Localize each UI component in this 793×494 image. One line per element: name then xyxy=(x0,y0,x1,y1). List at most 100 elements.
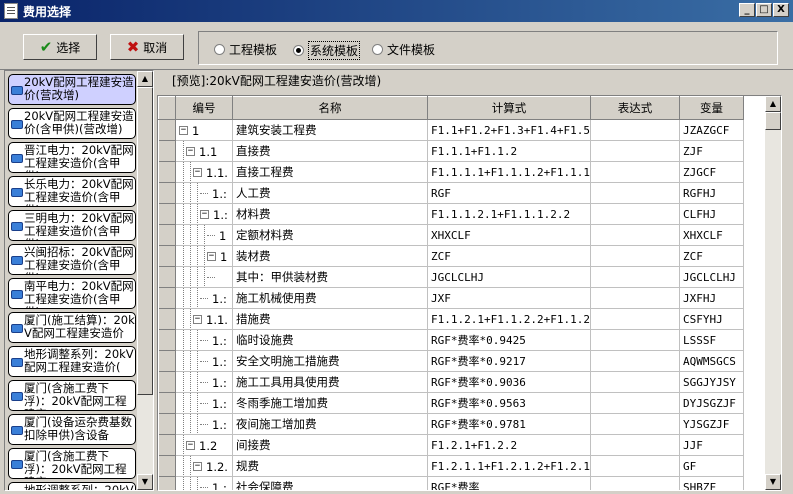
cell-variable[interactable]: GF xyxy=(679,455,744,477)
cell-variable[interactable]: ZJGCF xyxy=(679,161,744,183)
cell-variable[interactable]: YJSGZJF xyxy=(679,413,744,435)
template-list-item[interactable]: 兴闽招标：20kV配网工程建安造价(含甲供) xyxy=(8,244,136,275)
header-expression[interactable]: 表达式 xyxy=(589,96,680,120)
table-row[interactable]: −1.2. 规费 F1.2.1.1+F1.2.1.2+F1.2.1 GF xyxy=(158,455,744,477)
cell-variable[interactable]: RGFHJ xyxy=(679,182,744,204)
cell-number[interactable] xyxy=(175,266,233,288)
table-row[interactable]: −1.1 直接费 F1.1.1+F1.1.2 ZJF xyxy=(158,140,744,162)
row-indicator[interactable] xyxy=(158,329,176,351)
table-row[interactable]: −1.1. 直接工程费 F1.1.1.1+F1.1.1.2+F1.1.1 ZJGCF xyxy=(158,161,744,183)
cell-name[interactable]: 规费 xyxy=(232,455,428,477)
table-row[interactable]: 1.: 施工机械使用费 JXF JXFHJ xyxy=(158,287,744,309)
collapse-icon[interactable]: − xyxy=(193,315,202,324)
row-indicator[interactable] xyxy=(158,182,176,204)
radio-system-template[interactable]: 系统模板 xyxy=(293,41,361,60)
template-list-item[interactable]: 厦门(含施工费下浮)：20kV配网工程建安 xyxy=(8,448,136,479)
table-row[interactable]: 其中：甲供装材费 JGCLCLHJ JGCLCLHJ xyxy=(158,266,744,288)
table-row[interactable]: −1 装材费 ZCF ZCF xyxy=(158,245,744,267)
cell-name[interactable]: 直接费 xyxy=(232,140,428,162)
cell-number[interactable]: 1.: xyxy=(175,371,233,393)
table-row[interactable]: 1.: 社会保障费 RGF*费率 SHBZF xyxy=(158,476,744,490)
cancel-button[interactable]: ✖ 取消 xyxy=(110,34,184,60)
cell-expression[interactable] xyxy=(590,224,680,246)
cell-name[interactable]: 施工机械使用费 xyxy=(232,287,428,309)
cell-expression[interactable] xyxy=(590,182,680,204)
cell-expression[interactable] xyxy=(590,476,680,490)
cell-expression[interactable] xyxy=(590,245,680,267)
header-name[interactable]: 名称 xyxy=(232,96,428,120)
cell-name[interactable]: 施工工具用具使用费 xyxy=(232,371,428,393)
header-formula[interactable]: 计算式 xyxy=(427,96,591,120)
template-list-item[interactable]: 三明电力：20kV配网工程建安造价(含甲供) xyxy=(8,210,136,241)
header-number[interactable]: 编号 xyxy=(175,96,233,120)
cell-name[interactable]: 社会保障费 xyxy=(232,476,428,490)
row-indicator[interactable] xyxy=(158,245,176,267)
row-indicator[interactable] xyxy=(158,224,176,246)
table-row[interactable]: 1.: 夜间施工增加费 RGF*费率*0.9781 YJSGZJF xyxy=(158,413,744,435)
cell-name[interactable]: 定额材料费 xyxy=(232,224,428,246)
cell-number[interactable]: −1.: xyxy=(175,203,233,225)
cell-formula[interactable]: JXF xyxy=(427,287,591,309)
template-list-item[interactable]: 地形调整系列：20kV xyxy=(8,482,136,490)
cell-formula[interactable]: RGF*费率 xyxy=(427,476,591,490)
cell-formula[interactable]: JGCLCLHJ xyxy=(427,266,591,288)
cell-number[interactable]: 1.: xyxy=(175,350,233,372)
scroll-up-icon[interactable]: ▲ xyxy=(765,96,781,112)
cell-expression[interactable] xyxy=(590,413,680,435)
collapse-icon[interactable]: − xyxy=(193,462,202,471)
scroll-thumb[interactable] xyxy=(137,87,153,395)
cell-number[interactable]: −1.2 xyxy=(175,434,233,456)
table-scrollbar[interactable]: ▲ ▼ xyxy=(765,96,781,490)
cell-expression[interactable] xyxy=(590,455,680,477)
cell-variable[interactable]: SHBZF xyxy=(679,476,744,490)
maximize-button[interactable]: □ xyxy=(756,3,772,17)
row-indicator[interactable] xyxy=(158,434,176,456)
cell-formula[interactable]: F1.1.2.1+F1.1.2.2+F1.1.2 xyxy=(427,308,591,330)
template-list-item[interactable]: 晋江电力：20kV配网工程建安造价(含甲供) xyxy=(8,142,136,173)
template-list-item[interactable]: 厦门(含施工费下浮)：20kV配网工程建安 xyxy=(8,380,136,411)
row-indicator[interactable] xyxy=(158,203,176,225)
cell-name[interactable]: 材料费 xyxy=(232,203,428,225)
cell-formula[interactable]: RGF*费率*0.9425 xyxy=(427,329,591,351)
row-indicator[interactable] xyxy=(158,266,176,288)
collapse-icon[interactable]: − xyxy=(179,126,188,135)
row-indicator[interactable] xyxy=(158,350,176,372)
row-indicator[interactable] xyxy=(158,119,176,141)
cell-variable[interactable]: DYJSGZJF xyxy=(679,392,744,414)
row-indicator[interactable] xyxy=(158,287,176,309)
cell-name[interactable]: 临时设施费 xyxy=(232,329,428,351)
scroll-thumb[interactable] xyxy=(765,112,781,130)
cell-number[interactable]: −1.1. xyxy=(175,161,233,183)
row-indicator[interactable] xyxy=(158,392,176,414)
template-list-item[interactable]: 20kV配网工程建安造价(含甲供)(营改增) xyxy=(8,108,136,139)
table-row[interactable]: 1.: 冬雨季施工增加费 RGF*费率*0.9563 DYJSGZJF xyxy=(158,392,744,414)
cell-number[interactable]: 1.: xyxy=(175,287,233,309)
template-list-scrollbar[interactable]: ▲ ▼ xyxy=(137,71,153,490)
cell-formula[interactable]: XHXCLF xyxy=(427,224,591,246)
row-indicator[interactable] xyxy=(158,161,176,183)
template-list-item[interactable]: 地形调整系列：20kV配网工程建安造价( xyxy=(8,346,136,377)
cell-name[interactable]: 其中：甲供装材费 xyxy=(232,266,428,288)
cell-expression[interactable] xyxy=(590,329,680,351)
cell-formula[interactable]: F1.2.1.1+F1.2.1.2+F1.2.1 xyxy=(427,455,591,477)
table-row[interactable]: −1 建筑安装工程费 F1.1+F1.2+F1.3+F1.4+F1.5 JZAZGCF xyxy=(158,119,744,141)
cell-formula[interactable]: RGF*费率*0.9217 xyxy=(427,350,591,372)
row-indicator[interactable] xyxy=(158,455,176,477)
row-indicator[interactable] xyxy=(158,308,176,330)
cell-name[interactable]: 安全文明施工措施费 xyxy=(232,350,428,372)
scroll-down-icon[interactable]: ▼ xyxy=(137,474,153,490)
close-button[interactable]: X xyxy=(773,3,789,17)
table-row[interactable]: 1.: 安全文明施工措施费 RGF*费率*0.9217 AQWMSGCS xyxy=(158,350,744,372)
cell-name[interactable]: 夜间施工增加费 xyxy=(232,413,428,435)
cell-name[interactable]: 直接工程费 xyxy=(232,161,428,183)
cell-formula[interactable]: RGF*费率*0.9036 xyxy=(427,371,591,393)
row-indicator[interactable] xyxy=(158,413,176,435)
cell-expression[interactable] xyxy=(590,308,680,330)
radio-project-template[interactable]: 工程模板 xyxy=(214,41,277,58)
cell-expression[interactable] xyxy=(590,350,680,372)
row-indicator[interactable] xyxy=(158,371,176,393)
table-row[interactable]: −1.2 间接费 F1.2.1+F1.2.2 JJF xyxy=(158,434,744,456)
cell-variable[interactable]: JZAZGCF xyxy=(679,119,744,141)
cell-variable[interactable]: ZJF xyxy=(679,140,744,162)
cell-formula[interactable]: ZCF xyxy=(427,245,591,267)
